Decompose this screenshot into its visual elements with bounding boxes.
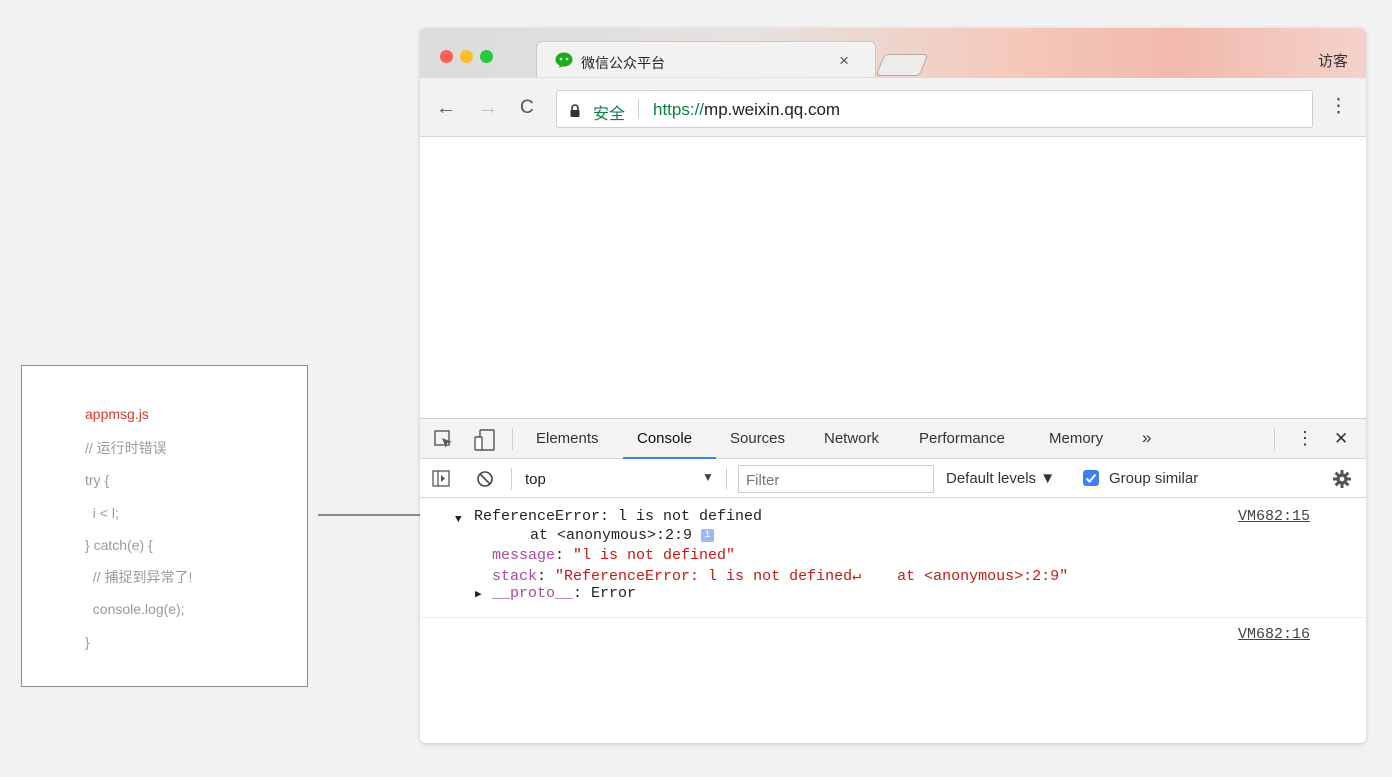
code-lines: // 运行时错误 try { i < l; } catch(e) { // 捕捉… xyxy=(85,438,192,664)
url-text[interactable]: https://mp.weixin.qq.com xyxy=(653,100,840,120)
show-sidebar-icon[interactable] xyxy=(432,470,450,487)
lock-icon xyxy=(570,104,580,117)
tab-performance[interactable]: Performance xyxy=(919,430,1005,447)
console-row-divider xyxy=(420,617,1366,618)
context-selector[interactable]: top xyxy=(525,471,546,488)
url-host: mp.weixin.qq.com xyxy=(704,100,841,119)
tab-divider xyxy=(1274,428,1275,450)
device-toolbar-icon[interactable] xyxy=(474,429,496,451)
code-line: // 运行时错误 xyxy=(85,440,167,456)
close-window-button[interactable] xyxy=(440,50,453,63)
clear-console-icon[interactable] xyxy=(476,470,494,488)
devtools-close-icon[interactable]: ✕ xyxy=(1334,429,1348,449)
code-snippet-card: appmsg.js // 运行时错误 try { i < l; } catch(… xyxy=(21,365,308,687)
filter-divider xyxy=(511,468,512,490)
tab-close-icon[interactable]: × xyxy=(839,51,849,71)
chevron-down-icon[interactable]: ▼ xyxy=(702,470,714,484)
property-value: "ReferenceError: l is not defined↵ at <a… xyxy=(555,568,1069,585)
error-location-text: at <anonymous>:2:9 xyxy=(530,527,693,544)
property-value: Error xyxy=(591,585,637,602)
source-link[interactable]: VM682:15 xyxy=(1238,508,1310,525)
address-divider xyxy=(638,99,639,119)
inspect-element-icon[interactable] xyxy=(434,430,454,450)
security-label: 安全 xyxy=(593,106,626,123)
message-property: message: "l is not defined" xyxy=(492,547,736,564)
tab-sources[interactable]: Sources xyxy=(730,430,785,447)
property-value: "l is not defined" xyxy=(573,547,736,564)
forward-icon[interactable]: → xyxy=(478,97,498,120)
maximize-window-button[interactable] xyxy=(480,50,493,63)
info-icon[interactable]: i xyxy=(701,528,715,542)
address-bar[interactable]: 安全 https://mp.weixin.qq.com xyxy=(556,90,1313,128)
wechat-icon xyxy=(555,52,573,68)
minimize-window-button[interactable] xyxy=(460,50,473,63)
code-line: } xyxy=(85,633,90,650)
url-scheme: https:// xyxy=(653,100,705,119)
expand-icon[interactable]: ▼ xyxy=(455,514,462,526)
error-header[interactable]: ReferenceError: l is not defined xyxy=(474,508,762,525)
filter-divider xyxy=(726,468,727,490)
browser-toolbar: ← → C 安全 https://mp.weixin.qq.com ⋮ xyxy=(420,78,1366,137)
console-filter-input[interactable]: Filter xyxy=(738,465,934,493)
profile-label[interactable]: 访客 xyxy=(1318,50,1348,71)
code-line: i < l; xyxy=(85,504,119,521)
check-icon xyxy=(1085,473,1097,483)
property-key: __proto__ xyxy=(492,585,574,602)
devtools-menu-icon[interactable]: ⋮ xyxy=(1296,428,1314,449)
tab-elements[interactable]: Elements xyxy=(536,430,599,447)
tab-title: 微信公众平台 xyxy=(581,55,665,71)
back-icon[interactable]: ← xyxy=(436,97,456,120)
more-tabs-icon[interactable]: » xyxy=(1142,428,1151,448)
log-levels-dropdown[interactable]: Default levels ▼ xyxy=(946,470,1055,487)
browser-window: 微信公众平台 × 访客 ← → C 安全 https://mp.weixin.q… xyxy=(420,28,1366,743)
stack-property: stack: "ReferenceError: l is not defined… xyxy=(492,568,1069,585)
code-line: console.log(e); xyxy=(85,601,185,618)
code-filename: appmsg.js xyxy=(85,406,149,422)
tab-network[interactable]: Network xyxy=(824,430,879,447)
tab-console[interactable]: Console xyxy=(637,430,692,447)
property-key: stack xyxy=(492,568,538,585)
tab-divider xyxy=(512,428,513,450)
reload-icon[interactable]: C xyxy=(520,97,534,119)
devtools-tab-bar: Elements Console Sources Network Perform… xyxy=(420,419,1366,459)
page-viewport xyxy=(420,138,1366,418)
property-key: message xyxy=(492,547,556,564)
console-filter-bar: top ▼ Filter Default levels ▼ Group simi… xyxy=(420,459,1366,498)
new-tab-button[interactable] xyxy=(875,54,929,76)
collapse-icon[interactable]: ▶ xyxy=(475,587,482,601)
error-location: at <anonymous>:2:9 i xyxy=(530,527,715,544)
browser-menu-icon[interactable]: ⋮ xyxy=(1329,95,1348,118)
devtools-panel: Elements Console Sources Network Perform… xyxy=(420,418,1366,743)
gear-icon[interactable] xyxy=(1332,469,1352,489)
source-link[interactable]: VM682:16 xyxy=(1238,626,1310,643)
group-similar-checkbox[interactable] xyxy=(1083,470,1099,486)
proto-property[interactable]: __proto__: Error xyxy=(492,585,636,602)
code-line: } catch(e) { xyxy=(85,536,153,553)
group-similar-label: Group similar xyxy=(1109,470,1199,487)
code-line: // 捕捉到异常了! xyxy=(85,569,193,586)
tab-memory[interactable]: Memory xyxy=(1049,430,1103,447)
filter-placeholder: Filter xyxy=(746,472,780,489)
code-line: try { xyxy=(85,472,110,489)
browser-tab[interactable]: 微信公众平台 × xyxy=(536,41,876,77)
